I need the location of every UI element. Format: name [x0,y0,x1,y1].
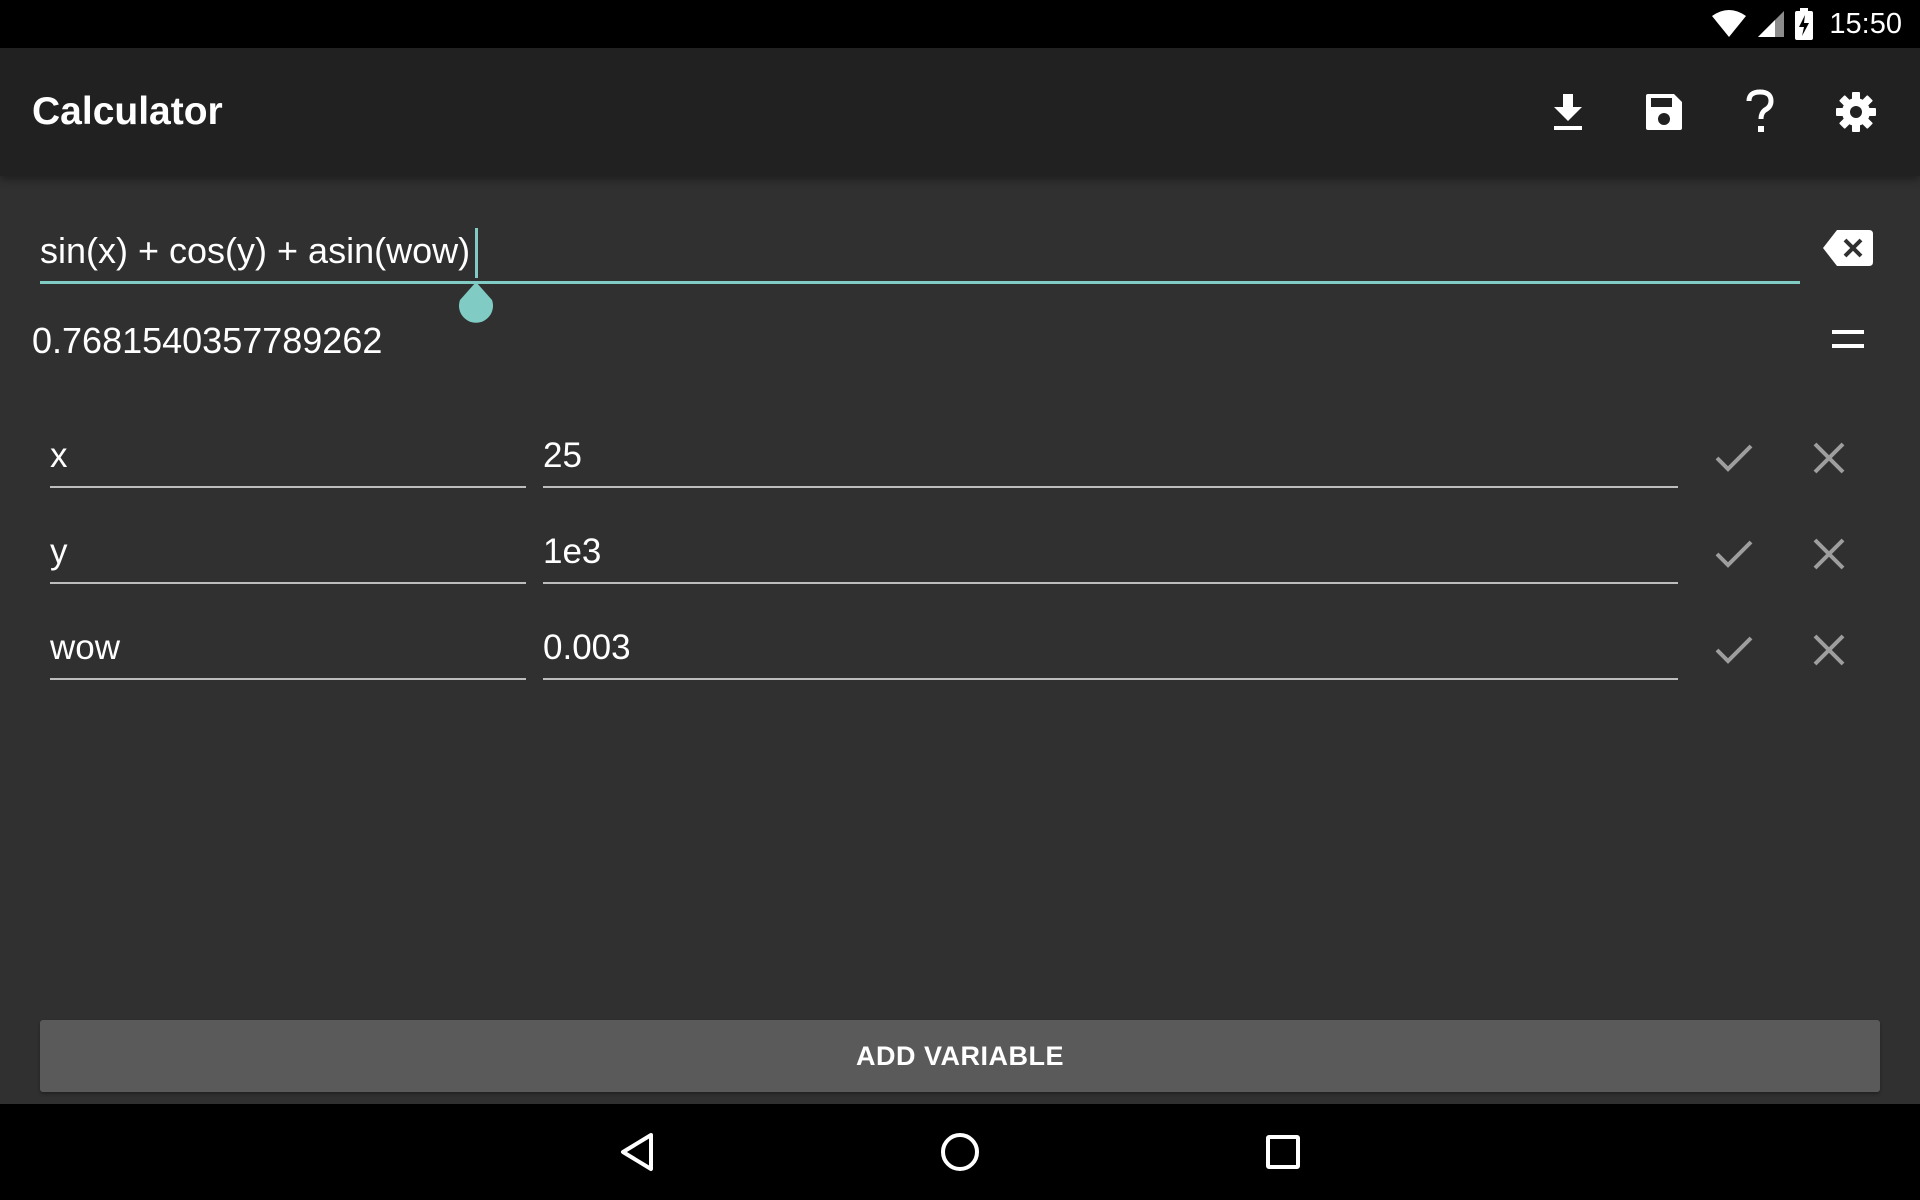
check-icon [1715,540,1753,568]
variable-value-input[interactable] [543,620,1678,676]
backspace-icon [1823,230,1873,266]
back-button[interactable] [597,1118,677,1186]
app-bar: Calculator [0,48,1920,176]
variable-row [0,524,1920,594]
navigation-bar [0,1104,1920,1200]
settings-button[interactable] [1808,48,1904,176]
equals-button[interactable] [1816,314,1880,364]
battery-charging-icon [1795,8,1814,40]
save-button[interactable] [1616,48,1712,176]
check-icon [1715,444,1753,472]
variable-name-input[interactable] [50,524,526,580]
app-title: Calculator [32,90,223,133]
confirm-variable-button[interactable] [1704,528,1764,580]
home-button[interactable] [920,1118,1000,1186]
close-icon [1813,538,1845,570]
variable-name-field[interactable] [50,524,526,584]
close-icon [1813,634,1845,666]
remove-variable-button[interactable] [1799,624,1859,676]
status-bar: 15:50 [0,0,1920,48]
variable-name-input[interactable] [50,620,526,676]
variable-value-input[interactable] [543,524,1678,580]
variable-value-field[interactable] [543,524,1678,584]
variable-name-input[interactable] [50,428,526,484]
equals-icon [1832,330,1864,348]
home-icon [941,1133,979,1171]
remove-variable-button[interactable] [1799,432,1859,484]
back-icon [621,1133,653,1171]
status-time: 15:50 [1829,7,1902,40]
confirm-variable-button[interactable] [1704,432,1764,484]
variable-row [0,620,1920,690]
remove-variable-button[interactable] [1799,528,1859,580]
expression-input[interactable] [40,222,1800,280]
variable-name-field[interactable] [50,428,526,488]
add-variable-button[interactable]: ADD VARIABLE [40,1020,1880,1092]
save-icon [1646,94,1682,130]
clear-expression-button[interactable] [1820,225,1876,271]
status-icons: 15:50 [1711,0,1902,48]
download-button[interactable] [1520,48,1616,176]
variable-name-field[interactable] [50,620,526,680]
cursor-handle[interactable] [456,282,496,326]
cell-signal-icon [1758,11,1785,37]
download-icon [1554,94,1582,130]
close-icon [1813,442,1845,474]
variable-value-field[interactable] [543,428,1678,488]
help-button[interactable] [1712,48,1808,176]
confirm-variable-button[interactable] [1704,624,1764,676]
wifi-icon [1712,10,1747,37]
variable-value-field[interactable] [543,620,1678,680]
settings-icon [1836,92,1876,132]
check-icon [1715,636,1753,664]
result-value: 0.7681540357789262 [32,320,383,361]
variable-row [0,428,1920,498]
expression-field[interactable] [40,222,1800,284]
help-icon [1746,89,1774,132]
text-cursor [475,228,478,278]
recents-icon [1266,1135,1300,1169]
variable-value-input[interactable] [543,428,1678,484]
recents-button[interactable] [1243,1118,1323,1186]
